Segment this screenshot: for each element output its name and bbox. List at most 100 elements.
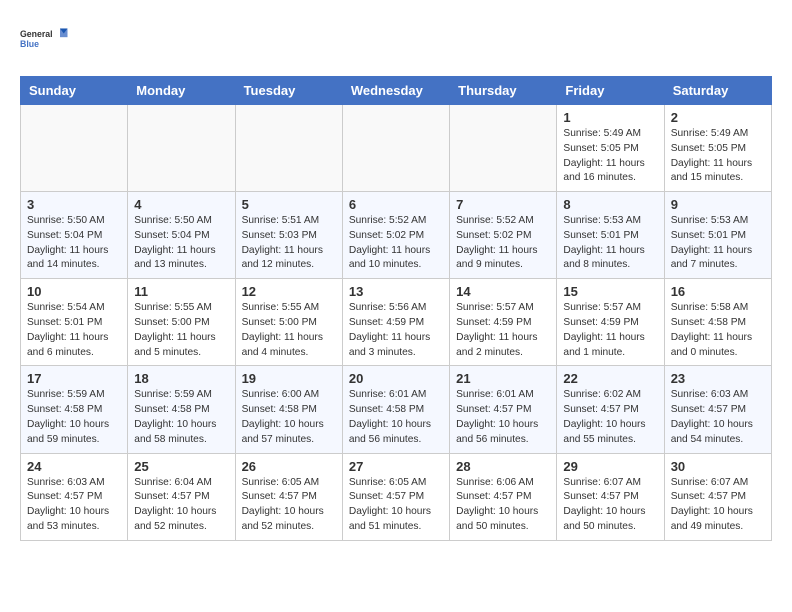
day-number: 7 xyxy=(456,197,550,212)
day-number: 26 xyxy=(242,459,336,474)
calendar-day-cell: 12 Sunrise: 5:55 AM Sunset: 5:00 PM Dayli… xyxy=(235,279,342,366)
day-number: 20 xyxy=(349,371,443,386)
calendar-week-row: 17 Sunrise: 5:59 AM Sunset: 4:58 PM Dayli… xyxy=(21,366,772,453)
calendar-day-cell: 23Sunrise: 6:03 AM Sunset: 4:57 PM Dayli… xyxy=(664,366,771,453)
day-info: Sunrise: 6:07 AM Sunset: 4:57 PM Dayligh… xyxy=(563,476,657,535)
calendar-day-cell: 20 Sunrise: 6:01 AM Sunset: 4:58 PM Dayli… xyxy=(342,366,449,453)
day-number: 11 xyxy=(134,284,228,299)
calendar-day-cell: 8 Sunrise: 5:53 AM Sunset: 5:01 PM Daylig… xyxy=(557,192,664,279)
day-info: Sunrise: 5:53 AM Sunset: 5:01 PM Dayligh… xyxy=(671,214,765,273)
calendar-day-cell: 9Sunrise: 5:53 AM Sunset: 5:01 PM Daylig… xyxy=(664,192,771,279)
day-number: 13 xyxy=(349,284,443,299)
weekday-header: Monday xyxy=(128,77,235,105)
calendar-day-cell: 15Sunrise: 5:57 AM Sunset: 4:59 PM Dayli… xyxy=(557,279,664,366)
calendar-week-row: 10Sunrise: 5:54 AM Sunset: 5:01 PM Dayli… xyxy=(21,279,772,366)
calendar-week-row: 1 Sunrise: 5:49 AM Sunset: 5:05 PM Daylig… xyxy=(21,105,772,192)
calendar-day-cell: 16 Sunrise: 5:58 AM Sunset: 4:58 PM Dayli… xyxy=(664,279,771,366)
calendar-day-cell xyxy=(235,105,342,192)
day-number: 18 xyxy=(134,371,228,386)
calendar-day-cell: 11 Sunrise: 5:55 AM Sunset: 5:00 PM Dayli… xyxy=(128,279,235,366)
calendar-day-cell: 3 Sunrise: 5:50 AM Sunset: 5:04 PM Daylig… xyxy=(21,192,128,279)
calendar-header-row: SundayMondayTuesdayWednesdayThursdayFrid… xyxy=(21,77,772,105)
calendar-day-cell: 7Sunrise: 5:52 AM Sunset: 5:02 PM Daylig… xyxy=(450,192,557,279)
day-info: Sunrise: 6:03 AM Sunset: 4:57 PM Dayligh… xyxy=(27,476,121,535)
day-number: 17 xyxy=(27,371,121,386)
calendar-day-cell xyxy=(128,105,235,192)
calendar-day-cell xyxy=(450,105,557,192)
calendar-day-cell: 18 Sunrise: 5:59 AM Sunset: 4:58 PM Dayli… xyxy=(128,366,235,453)
day-number: 15 xyxy=(563,284,657,299)
day-number: 16 xyxy=(671,284,765,299)
day-info: Sunrise: 5:50 AM Sunset: 5:04 PM Dayligh… xyxy=(27,214,121,273)
day-info: Sunrise: 6:05 AM Sunset: 4:57 PM Dayligh… xyxy=(242,476,336,535)
weekday-header: Wednesday xyxy=(342,77,449,105)
day-info: Sunrise: 6:02 AM Sunset: 4:57 PM Dayligh… xyxy=(563,388,657,447)
day-info: Sunrise: 6:07 AM Sunset: 4:57 PM Dayligh… xyxy=(671,476,765,535)
calendar-day-cell: 25 Sunrise: 6:04 AM Sunset: 4:57 PM Dayli… xyxy=(128,453,235,540)
day-number: 14 xyxy=(456,284,550,299)
day-number: 24 xyxy=(27,459,121,474)
day-number: 4 xyxy=(134,197,228,212)
day-info: Sunrise: 5:57 AM Sunset: 4:59 PM Dayligh… xyxy=(456,301,550,360)
calendar-day-cell: 28Sunrise: 6:06 AM Sunset: 4:57 PM Dayli… xyxy=(450,453,557,540)
calendar-day-cell: 6 Sunrise: 5:52 AM Sunset: 5:02 PM Daylig… xyxy=(342,192,449,279)
calendar-day-cell: 1 Sunrise: 5:49 AM Sunset: 5:05 PM Daylig… xyxy=(557,105,664,192)
day-number: 5 xyxy=(242,197,336,212)
day-number: 19 xyxy=(242,371,336,386)
day-info: Sunrise: 5:49 AM Sunset: 5:05 PM Dayligh… xyxy=(563,127,657,186)
weekday-header: Thursday xyxy=(450,77,557,105)
day-info: Sunrise: 6:04 AM Sunset: 4:57 PM Dayligh… xyxy=(134,476,228,535)
day-info: Sunrise: 5:50 AM Sunset: 5:04 PM Dayligh… xyxy=(134,214,228,273)
day-number: 10 xyxy=(27,284,121,299)
day-number: 2 xyxy=(671,110,765,125)
calendar-day-cell xyxy=(342,105,449,192)
day-info: Sunrise: 6:01 AM Sunset: 4:58 PM Dayligh… xyxy=(349,388,443,447)
day-number: 28 xyxy=(456,459,550,474)
day-number: 27 xyxy=(349,459,443,474)
calendar-day-cell: 26 Sunrise: 6:05 AM Sunset: 4:57 PM Dayli… xyxy=(235,453,342,540)
weekday-header: Saturday xyxy=(664,77,771,105)
day-number: 30 xyxy=(671,459,765,474)
calendar-day-cell: 29Sunrise: 6:07 AM Sunset: 4:57 PM Dayli… xyxy=(557,453,664,540)
day-number: 23 xyxy=(671,371,765,386)
day-info: Sunrise: 5:58 AM Sunset: 4:58 PM Dayligh… xyxy=(671,301,765,360)
calendar-week-row: 24 Sunrise: 6:03 AM Sunset: 4:57 PM Dayli… xyxy=(21,453,772,540)
day-number: 12 xyxy=(242,284,336,299)
day-number: 21 xyxy=(456,371,550,386)
day-number: 8 xyxy=(563,197,657,212)
calendar-day-cell: 2 Sunrise: 5:49 AM Sunset: 5:05 PM Daylig… xyxy=(664,105,771,192)
calendar-day-cell: 14 Sunrise: 5:57 AM Sunset: 4:59 PM Dayli… xyxy=(450,279,557,366)
calendar-day-cell: 30 Sunrise: 6:07 AM Sunset: 4:57 PM Dayli… xyxy=(664,453,771,540)
calendar-day-cell: 24 Sunrise: 6:03 AM Sunset: 4:57 PM Dayli… xyxy=(21,453,128,540)
day-info: Sunrise: 6:01 AM Sunset: 4:57 PM Dayligh… xyxy=(456,388,550,447)
logo-svg: General Blue xyxy=(20,20,70,60)
calendar-week-row: 3 Sunrise: 5:50 AM Sunset: 5:04 PM Daylig… xyxy=(21,192,772,279)
day-info: Sunrise: 5:52 AM Sunset: 5:02 PM Dayligh… xyxy=(349,214,443,273)
day-info: Sunrise: 5:51 AM Sunset: 5:03 PM Dayligh… xyxy=(242,214,336,273)
day-number: 3 xyxy=(27,197,121,212)
weekday-header: Tuesday xyxy=(235,77,342,105)
calendar-day-cell: 4 Sunrise: 5:50 AM Sunset: 5:04 PM Daylig… xyxy=(128,192,235,279)
calendar-day-cell: 10Sunrise: 5:54 AM Sunset: 5:01 PM Dayli… xyxy=(21,279,128,366)
calendar-day-cell: 19 Sunrise: 6:00 AM Sunset: 4:58 PM Dayli… xyxy=(235,366,342,453)
day-number: 22 xyxy=(563,371,657,386)
weekday-header: Sunday xyxy=(21,77,128,105)
day-info: Sunrise: 5:55 AM Sunset: 5:00 PM Dayligh… xyxy=(134,301,228,360)
day-info: Sunrise: 5:59 AM Sunset: 4:58 PM Dayligh… xyxy=(134,388,228,447)
day-number: 1 xyxy=(563,110,657,125)
day-number: 6 xyxy=(349,197,443,212)
day-info: Sunrise: 5:56 AM Sunset: 4:59 PM Dayligh… xyxy=(349,301,443,360)
day-info: Sunrise: 6:00 AM Sunset: 4:58 PM Dayligh… xyxy=(242,388,336,447)
day-number: 25 xyxy=(134,459,228,474)
svg-text:General: General xyxy=(20,29,53,39)
weekday-header: Friday xyxy=(557,77,664,105)
logo: General Blue xyxy=(20,20,70,60)
calendar-day-cell xyxy=(21,105,128,192)
day-info: Sunrise: 5:53 AM Sunset: 5:01 PM Dayligh… xyxy=(563,214,657,273)
calendar-day-cell: 17Sunrise: 5:59 AM Sunset: 4:58 PM Dayli… xyxy=(21,366,128,453)
day-info: Sunrise: 5:55 AM Sunset: 5:00 PM Dayligh… xyxy=(242,301,336,360)
calendar-day-cell: 22 Sunrise: 6:02 AM Sunset: 4:57 PM Dayli… xyxy=(557,366,664,453)
calendar-table: SundayMondayTuesdayWednesdayThursdayFrid… xyxy=(20,76,772,541)
calendar-day-cell: 27Sunrise: 6:05 AM Sunset: 4:57 PM Dayli… xyxy=(342,453,449,540)
day-info: Sunrise: 5:49 AM Sunset: 5:05 PM Dayligh… xyxy=(671,127,765,186)
